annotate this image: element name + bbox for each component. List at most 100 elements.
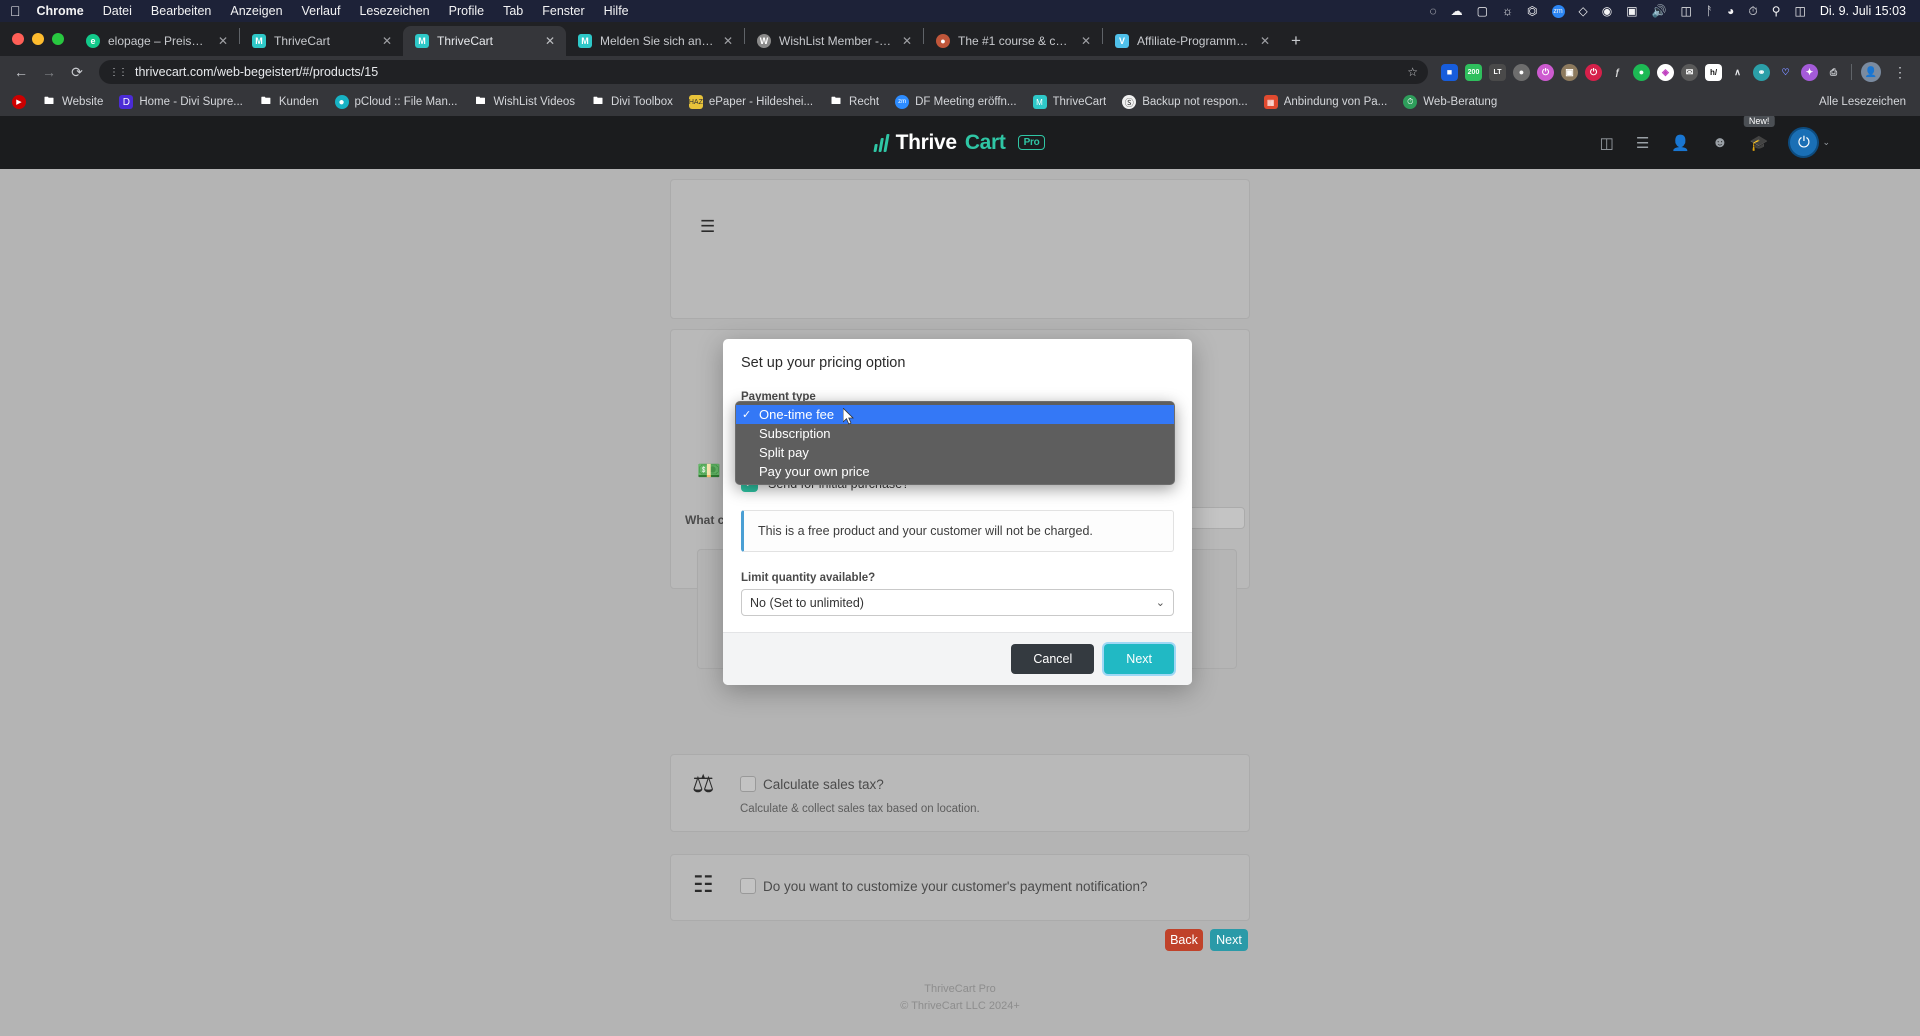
wave-icon[interactable]: ∧ bbox=[1729, 64, 1746, 81]
heart-icon[interactable]: ♡ bbox=[1777, 64, 1794, 81]
menu-verlauf[interactable]: Verlauf bbox=[302, 4, 341, 18]
antivirus-icon[interactable]: ◌ bbox=[1430, 5, 1437, 17]
minimize-window-button[interactable] bbox=[32, 33, 44, 45]
battery-icon[interactable]: ◫ bbox=[1681, 5, 1692, 17]
chrome-menu-button[interactable]: ⋮ bbox=[1888, 64, 1912, 81]
browser-tab[interactable]: ● The #1 course & community p ✕ bbox=[924, 26, 1102, 56]
all-bookmarks-button[interactable]: Alle Lesezeichen bbox=[1819, 96, 1910, 108]
browser-tab[interactable]: W WishList Member - members ✕ bbox=[745, 26, 923, 56]
dropdown-option-one-time-fee[interactable]: ✓ One-time fee bbox=[736, 405, 1174, 424]
browser-tab[interactable]: M ThriveCart ✕ bbox=[240, 26, 403, 56]
menu-fenster[interactable]: Fenster bbox=[542, 4, 584, 18]
forward-button[interactable]: → bbox=[36, 59, 62, 85]
gear-icon[interactable]: ✦ bbox=[1801, 63, 1818, 81]
bookmark-item[interactable]: ● pCloud :: File Man... bbox=[327, 92, 466, 112]
account-menu[interactable]: ⏻ ⌄ bbox=[1790, 129, 1830, 156]
menu-profile[interactable]: Profile bbox=[449, 4, 484, 18]
browser-tab[interactable]: V Affiliate-Programm anlegen ✕ bbox=[1103, 26, 1281, 56]
learn-icon[interactable]: 🎓 New! bbox=[1743, 116, 1775, 152]
menu-datei[interactable]: Datei bbox=[103, 4, 132, 18]
bookmark-item[interactable]: zm DF Meeting eröffn... bbox=[887, 92, 1024, 112]
back-button[interactable]: ← bbox=[8, 59, 34, 85]
dropdown-option-subscription[interactable]: Subscription bbox=[736, 424, 1174, 443]
close-tab-button[interactable]: ✕ bbox=[544, 34, 556, 48]
cancel-button[interactable]: Cancel bbox=[1011, 644, 1095, 674]
next-button[interactable]: Next bbox=[1210, 929, 1248, 951]
reload-button[interactable]: ⟳ bbox=[64, 59, 90, 85]
address-bar-url[interactable]: thrivecart.com/web-begeistert/#/products… bbox=[135, 65, 1399, 79]
menubar-clock[interactable]: Di. 9. Juli 15:03 bbox=[1820, 4, 1906, 18]
brain-icon[interactable]: ◈ bbox=[1657, 63, 1674, 81]
bookmark-item[interactable]: ⏱ Web-Beratung bbox=[1395, 92, 1505, 112]
address-bar[interactable]: ⋮⋮ thrivecart.com/web-begeistert/#/produ… bbox=[99, 60, 1428, 84]
bookmark-item[interactable]: 🖿 Kunden bbox=[251, 92, 327, 112]
window-controls[interactable] bbox=[8, 22, 74, 56]
bookmark-item[interactable]: D Home - Divi Supre... bbox=[111, 92, 251, 112]
close-tab-button[interactable]: ✕ bbox=[1259, 34, 1271, 48]
clipboard-icon[interactable]: ⎙ bbox=[1825, 64, 1842, 81]
cookie-icon[interactable]: ▣ bbox=[1561, 63, 1578, 81]
avatar[interactable]: 👤 bbox=[1861, 62, 1881, 82]
limit-quantity-select[interactable]: No (Set to unlimited) ⌄ bbox=[741, 589, 1174, 616]
new-tab-button[interactable]: + bbox=[1281, 26, 1311, 56]
volume-icon[interactable]: 🔊 bbox=[1652, 5, 1667, 17]
hypothesis-icon[interactable]: h/ bbox=[1705, 63, 1722, 81]
browser-tab-active[interactable]: M ThriveCart ✕ bbox=[403, 26, 566, 56]
menu-anzeigen[interactable]: Anzeigen bbox=[230, 4, 282, 18]
screen-record-icon[interactable]: ▣ bbox=[1626, 5, 1637, 17]
close-tab-button[interactable]: ✕ bbox=[722, 34, 734, 48]
menu-lesezeichen[interactable]: Lesezeichen bbox=[359, 4, 429, 18]
bluetooth-icon[interactable]: ᚨ bbox=[1706, 5, 1713, 17]
zoom-icon[interactable]: zm bbox=[1551, 4, 1565, 18]
bookmark-star-icon[interactable]: ☆ bbox=[1407, 65, 1418, 79]
next-button[interactable]: Next bbox=[1104, 644, 1174, 674]
menu-hilfe[interactable]: Hilfe bbox=[604, 4, 629, 18]
scanner-icon[interactable]: ⏣ bbox=[1527, 5, 1537, 17]
cloud-check-icon[interactable]: ☁ bbox=[1451, 5, 1463, 17]
list-icon[interactable]: ☰ bbox=[1636, 134, 1649, 152]
grammar-icon[interactable]: ◉ bbox=[1602, 5, 1612, 17]
languagetool-icon[interactable]: LT bbox=[1489, 63, 1506, 81]
font-icon[interactable]: ƒ bbox=[1609, 64, 1626, 81]
sync-square-icon[interactable]: ▢ bbox=[1477, 5, 1488, 17]
browser-tab[interactable]: e elopage – Preisgestaltung für ✕ bbox=[74, 26, 239, 56]
affiliate-icon[interactable]: ☻ bbox=[1712, 134, 1728, 151]
bookmark-item[interactable]: M ThriveCart bbox=[1025, 92, 1115, 112]
thrivecart-logo[interactable]: Thrive Cart Pro bbox=[872, 131, 1046, 155]
site-settings-icon[interactable]: ⋮⋮ bbox=[109, 67, 128, 78]
link-icon[interactable]: ⚭ bbox=[1753, 63, 1770, 81]
menu-bearbeiten[interactable]: Bearbeiten bbox=[151, 4, 211, 18]
counter-200-icon[interactable]: 200 bbox=[1465, 63, 1482, 81]
chat-icon[interactable]: ✉ bbox=[1681, 63, 1698, 81]
maximize-window-button[interactable] bbox=[52, 33, 64, 45]
bookmark-item[interactable]: 🖿 Divi Toolbox bbox=[583, 92, 681, 112]
close-window-button[interactable] bbox=[12, 33, 24, 45]
close-tab-button[interactable]: ✕ bbox=[901, 34, 913, 48]
bookmark-item[interactable]: Ⓢ Backup not respon... bbox=[1114, 92, 1255, 112]
apple-icon[interactable]:  bbox=[10, 4, 21, 18]
bookmark-item[interactable]: 🖿 Website bbox=[34, 92, 111, 112]
bitwarden-icon[interactable]: ■ bbox=[1441, 63, 1458, 81]
menu-tab[interactable]: Tab bbox=[503, 4, 523, 18]
bookmark-item[interactable]: 🖿 WishList Videos bbox=[465, 92, 583, 112]
dropdown-option-split-pay[interactable]: Split pay bbox=[736, 443, 1174, 462]
control-center-icon[interactable]: ◫ bbox=[1794, 5, 1805, 17]
bookmark-item[interactable]: ▦ Anbindung von Pa... bbox=[1256, 92, 1396, 112]
dashboard-icon[interactable]: ◫ bbox=[1600, 134, 1614, 152]
user-icon[interactable]: 👤 bbox=[1671, 134, 1690, 152]
time-machine-icon[interactable]: ⏱ bbox=[1748, 5, 1757, 17]
dropbox-icon[interactable]: ◇ bbox=[1579, 5, 1588, 17]
close-tab-button[interactable]: ✕ bbox=[1080, 34, 1092, 48]
camera-icon[interactable]: ● bbox=[1513, 63, 1530, 81]
green-dot-icon[interactable]: ● bbox=[1633, 63, 1650, 81]
bookmark-item[interactable]: 🖿 Recht bbox=[821, 92, 887, 112]
sun-icon[interactable]: ☼ bbox=[1502, 5, 1513, 17]
close-tab-button[interactable]: ✕ bbox=[217, 34, 229, 48]
sales-tax-checkbox[interactable] bbox=[740, 776, 756, 792]
menu-chrome[interactable]: Chrome bbox=[37, 4, 84, 18]
browser-tab[interactable]: M Melden Sie sich an, um Ihre I ✕ bbox=[566, 26, 744, 56]
wifi-icon[interactable]: ◕ bbox=[1727, 5, 1734, 17]
payment-type-dropdown-popup[interactable]: ✓ One-time fee Subscription Split pay Pa… bbox=[735, 401, 1175, 485]
power-icon[interactable]: ⏻ bbox=[1790, 129, 1818, 156]
red-power-icon[interactable]: ⏻ bbox=[1585, 63, 1602, 81]
